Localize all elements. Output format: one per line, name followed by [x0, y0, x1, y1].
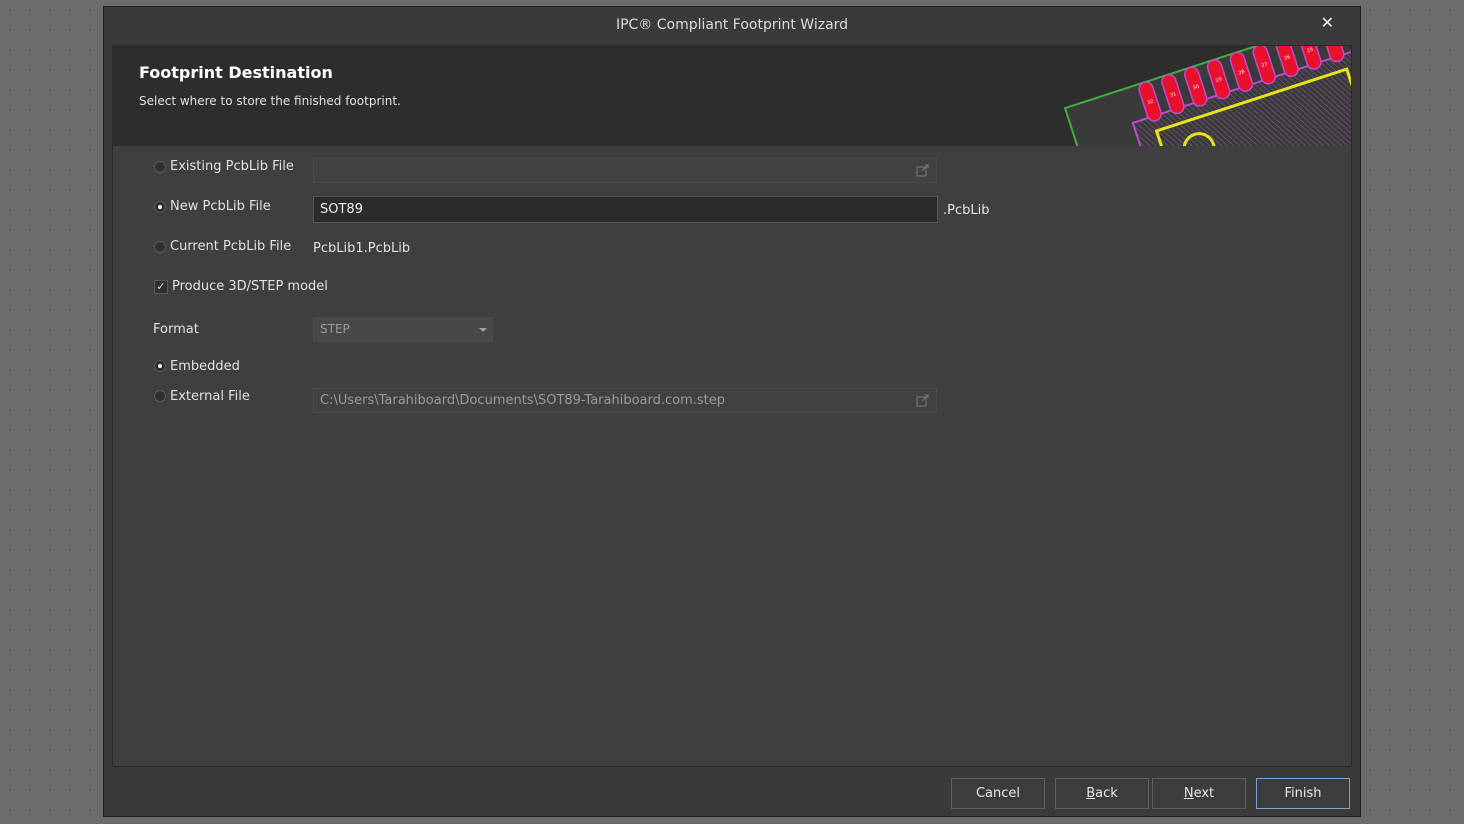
- current-pcblib-radio[interactable]: [154, 241, 166, 253]
- wizard-dialog: IPC® Compliant Footprint Wizard ✕ Footpr…: [103, 6, 1361, 817]
- back-button-label: ack: [1095, 786, 1118, 801]
- produce-3d-step-checkbox[interactable]: ✓: [154, 280, 168, 294]
- existing-pcblib-label: Existing PcbLib File: [170, 159, 294, 174]
- title-bar[interactable]: IPC® Compliant Footprint Wizard ✕: [104, 7, 1360, 45]
- existing-pcblib-path-field: [313, 158, 937, 183]
- produce-3d-step-label: Produce 3D/STEP model: [172, 279, 328, 294]
- finish-button[interactable]: Finish: [1256, 778, 1350, 809]
- window-title: IPC® Compliant Footprint Wizard: [615, 17, 849, 33]
- page-subtitle: Select where to store the finished footp…: [139, 94, 401, 108]
- new-pcblib-radio[interactable]: [154, 201, 166, 213]
- next-button[interactable]: Next: [1152, 778, 1246, 809]
- browse-folder-icon: [916, 394, 929, 407]
- new-pcblib-name-input[interactable]: SOT89: [313, 196, 938, 223]
- format-label: Format: [153, 322, 199, 337]
- footprint-banner-image: 32 31 30 29 28 27 26 25 1 2: [1063, 46, 1351, 146]
- current-pcblib-filename: PcbLib1.PcbLib: [313, 241, 411, 256]
- existing-pcblib-radio[interactable]: [154, 161, 166, 173]
- chevron-down-icon: [479, 328, 487, 332]
- current-pcblib-label: Current PcbLib File: [170, 239, 292, 254]
- external-file-path-value: C:\Users\Tarahiboard\Documents\SOT89-Tar…: [320, 393, 726, 408]
- external-file-path-field: C:\Users\Tarahiboard\Documents\SOT89-Tar…: [313, 388, 937, 413]
- next-button-label: ext: [1193, 786, 1215, 801]
- format-selected-value: STEP: [320, 322, 350, 336]
- external-file-label: External File: [170, 389, 250, 404]
- page-title: Footprint Destination: [139, 63, 333, 82]
- back-button-mnemonic: B: [1086, 786, 1096, 801]
- back-button[interactable]: Back: [1055, 778, 1149, 809]
- next-button-mnemonic: N: [1183, 786, 1194, 801]
- wizard-header: Footprint Destination Select where to st…: [113, 46, 1351, 146]
- cancel-button[interactable]: Cancel: [951, 778, 1045, 809]
- browse-folder-icon: [916, 164, 929, 177]
- embedded-label: Embedded: [170, 359, 240, 374]
- pcblib-extension-label: .PcbLib: [943, 203, 990, 218]
- close-icon[interactable]: ✕: [1321, 13, 1334, 32]
- external-file-radio[interactable]: [154, 390, 166, 402]
- wizard-content: Footprint Destination Select where to st…: [112, 45, 1352, 767]
- embedded-radio[interactable]: [154, 360, 166, 372]
- format-dropdown[interactable]: STEP: [313, 317, 493, 342]
- new-pcblib-label: New PcbLib File: [170, 199, 271, 214]
